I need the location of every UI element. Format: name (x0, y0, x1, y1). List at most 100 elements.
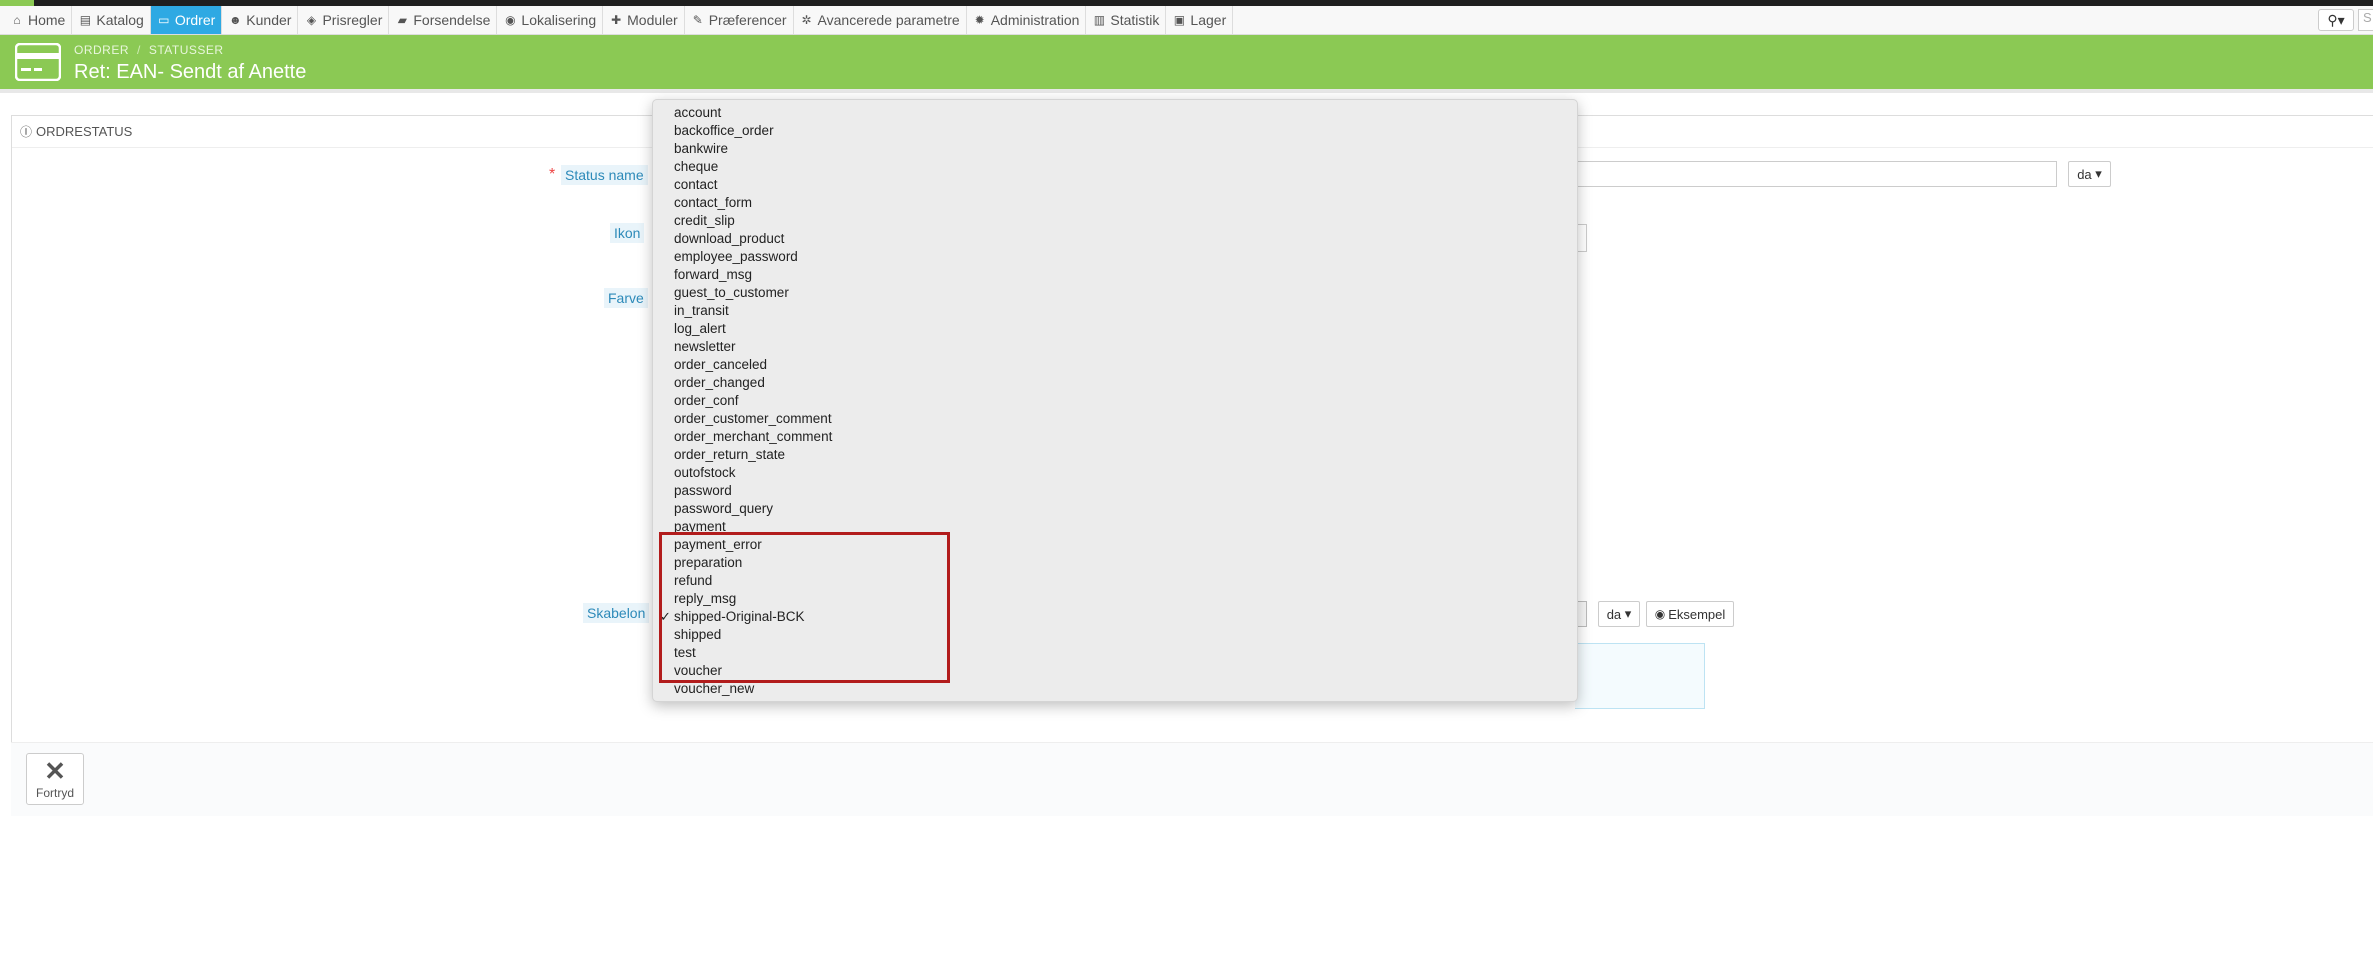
template-option-label: employee_password (674, 249, 798, 264)
nav-item-ordrer[interactable]: ▭ Ordrer (150, 6, 223, 34)
nav-item-label: Statistik (1110, 12, 1160, 28)
info-circle-icon: ⓘ (20, 125, 33, 139)
template-option-label: order_conf (674, 393, 739, 408)
preview-button[interactable]: ◉ Eksempel (1646, 601, 1734, 627)
template-option[interactable]: order_changed (653, 374, 1577, 392)
main-nav-bar: ⌂ Home ▤ Katalog ▭ Ordrer ☻ Kunder ◈ Prisregler ▰ F… (0, 6, 2373, 35)
template-option[interactable]: test (653, 644, 1577, 662)
template-option[interactable]: log_alert (653, 320, 1577, 338)
template-option[interactable]: voucher (653, 662, 1577, 680)
template-option-label: payment (674, 519, 726, 534)
nav-item-forsendelse[interactable]: ▰ Forsendelse (389, 6, 498, 34)
status-name-label: Status name (561, 165, 648, 185)
nav-item-home[interactable]: ⌂ Home (4, 6, 73, 34)
template-option[interactable]: bankwire (653, 140, 1577, 158)
nav-item-kunder[interactable]: ☻ Kunder (222, 6, 299, 34)
nav-item-label: Præferencer (708, 12, 787, 28)
language-code: da (1606, 606, 1622, 622)
nav-item-label: Katalog (96, 12, 144, 28)
tags-icon: ◈ (306, 13, 317, 27)
template-option[interactable]: employee_password (653, 248, 1577, 266)
template-option-label: outofstock (674, 465, 736, 480)
template-option-label: download_product (674, 231, 785, 246)
template-option[interactable]: cheque (653, 158, 1577, 176)
breadcrumb-statuses[interactable]: STATUSSER (149, 43, 224, 57)
bar-chart-icon: ▥ (1093, 13, 1106, 27)
nav-item-prisregler[interactable]: ◈ Prisregler (298, 6, 390, 34)
template-option[interactable]: reply_msg (653, 590, 1577, 608)
template-dropdown-menu[interactable]: account backoffice_order bankwire cheque con… (652, 99, 1578, 702)
template-option-label: account (674, 105, 722, 120)
template-option-label: order_merchant_comment (674, 429, 833, 444)
template-option[interactable]: refund (653, 572, 1577, 590)
template-option-label: backoffice_order (674, 123, 774, 138)
search-button[interactable]: ⚲▾ (2318, 9, 2354, 31)
template-option-label: reply_msg (674, 591, 737, 606)
panel-title: ORDRESTATUS (36, 124, 133, 139)
template-option[interactable]: in_transit (653, 302, 1577, 320)
nav-item-katalog[interactable]: ▤ Katalog (72, 6, 151, 34)
globe-icon: ◉ (505, 13, 516, 27)
status-name-input[interactable] (1565, 161, 2057, 187)
template-option[interactable]: forward_msg (653, 266, 1577, 284)
template-option-label: forward_msg (674, 267, 753, 282)
nav-item-administration[interactable]: ✹ Administration (967, 6, 1087, 34)
nav-item-label: Forsendelse (413, 12, 491, 28)
template-language-dropdown[interactable]: da ▾ (1598, 601, 1640, 627)
nav-item-lager[interactable]: ▣ Lager (1166, 6, 1234, 34)
nav-item-statistik[interactable]: ▥ Statistik (1086, 6, 1167, 34)
template-option[interactable]: payment (653, 518, 1577, 536)
template-option[interactable]: contact (653, 176, 1577, 194)
status-name-language-dropdown[interactable]: da ▾ (2068, 161, 2111, 187)
nav-item-label: Ordrer (174, 12, 216, 28)
nav-item-label: Home (28, 12, 66, 28)
template-option[interactable]: password (653, 482, 1577, 500)
template-option[interactable]: backoffice_order (653, 122, 1577, 140)
template-option[interactable]: order_conf (653, 392, 1577, 410)
template-option-label: preparation (674, 555, 743, 570)
template-option[interactable]: download_product (653, 230, 1577, 248)
template-option[interactable]: order_merchant_comment (653, 428, 1577, 446)
template-option[interactable]: account (653, 104, 1577, 122)
nav-item-label: Administration (990, 12, 1080, 28)
nav-item-lokalisering[interactable]: ◉ Lokalisering (497, 6, 604, 34)
template-option[interactable]: newsletter (653, 338, 1577, 356)
template-option[interactable]: guest_to_customer (653, 284, 1577, 302)
template-option[interactable]: shipped (653, 626, 1577, 644)
skabelon-label: Skabelon (583, 603, 650, 623)
template-option-label: guest_to_customer (674, 285, 789, 300)
nav-item-label: Avancerede parametre (817, 12, 960, 28)
template-option[interactable]: outofstock (653, 464, 1577, 482)
template-option[interactable]: payment_error (653, 536, 1577, 554)
template-options-list: account backoffice_order bankwire cheque con… (653, 104, 1577, 698)
template-option-label: in_transit (674, 303, 729, 318)
nav-item-moduler[interactable]: ✚ Moduler (603, 6, 685, 34)
template-option[interactable]: contact_form (653, 194, 1577, 212)
template-option[interactable]: password_query (653, 500, 1577, 518)
nav-item-label: Lager (1190, 12, 1227, 28)
nav-item-præferencer[interactable]: ✎ Præferencer (685, 6, 794, 34)
template-option-label: test (674, 645, 696, 660)
caret-down-icon: ▾ (2095, 166, 2102, 181)
template-option[interactable]: ✓ shipped-Original-BCK (653, 608, 1577, 626)
template-option[interactable]: order_return_state (653, 446, 1577, 464)
template-option[interactable]: voucher_new (653, 680, 1577, 698)
template-option-label: shipped (674, 627, 722, 642)
puzzle-icon: ✚ (611, 13, 622, 27)
search-input[interactable]: S (2358, 9, 2373, 31)
checkmark-icon: ✓ (660, 609, 671, 624)
template-option[interactable]: order_canceled (653, 356, 1577, 374)
ikon-label: Ikon (610, 223, 645, 243)
cancel-button[interactable]: ✕ Fortryd (26, 753, 84, 805)
breadcrumb: ORDRER / STATUSSER (74, 43, 224, 57)
template-option[interactable]: order_customer_comment (653, 410, 1577, 428)
cogs-icon: ✲ (801, 13, 812, 27)
cog-icon: ✹ (974, 13, 985, 27)
breadcrumb-orders[interactable]: ORDRER (74, 43, 129, 57)
nav-item-avancerede-parametre[interactable]: ✲ Avancerede parametre (794, 6, 967, 34)
nav-item-label: Prisregler (322, 12, 383, 28)
cancel-button-label: Fortryd (35, 786, 74, 800)
template-option[interactable]: preparation (653, 554, 1577, 572)
template-option[interactable]: credit_slip (653, 212, 1577, 230)
archive-icon: ▣ (1173, 13, 1186, 27)
